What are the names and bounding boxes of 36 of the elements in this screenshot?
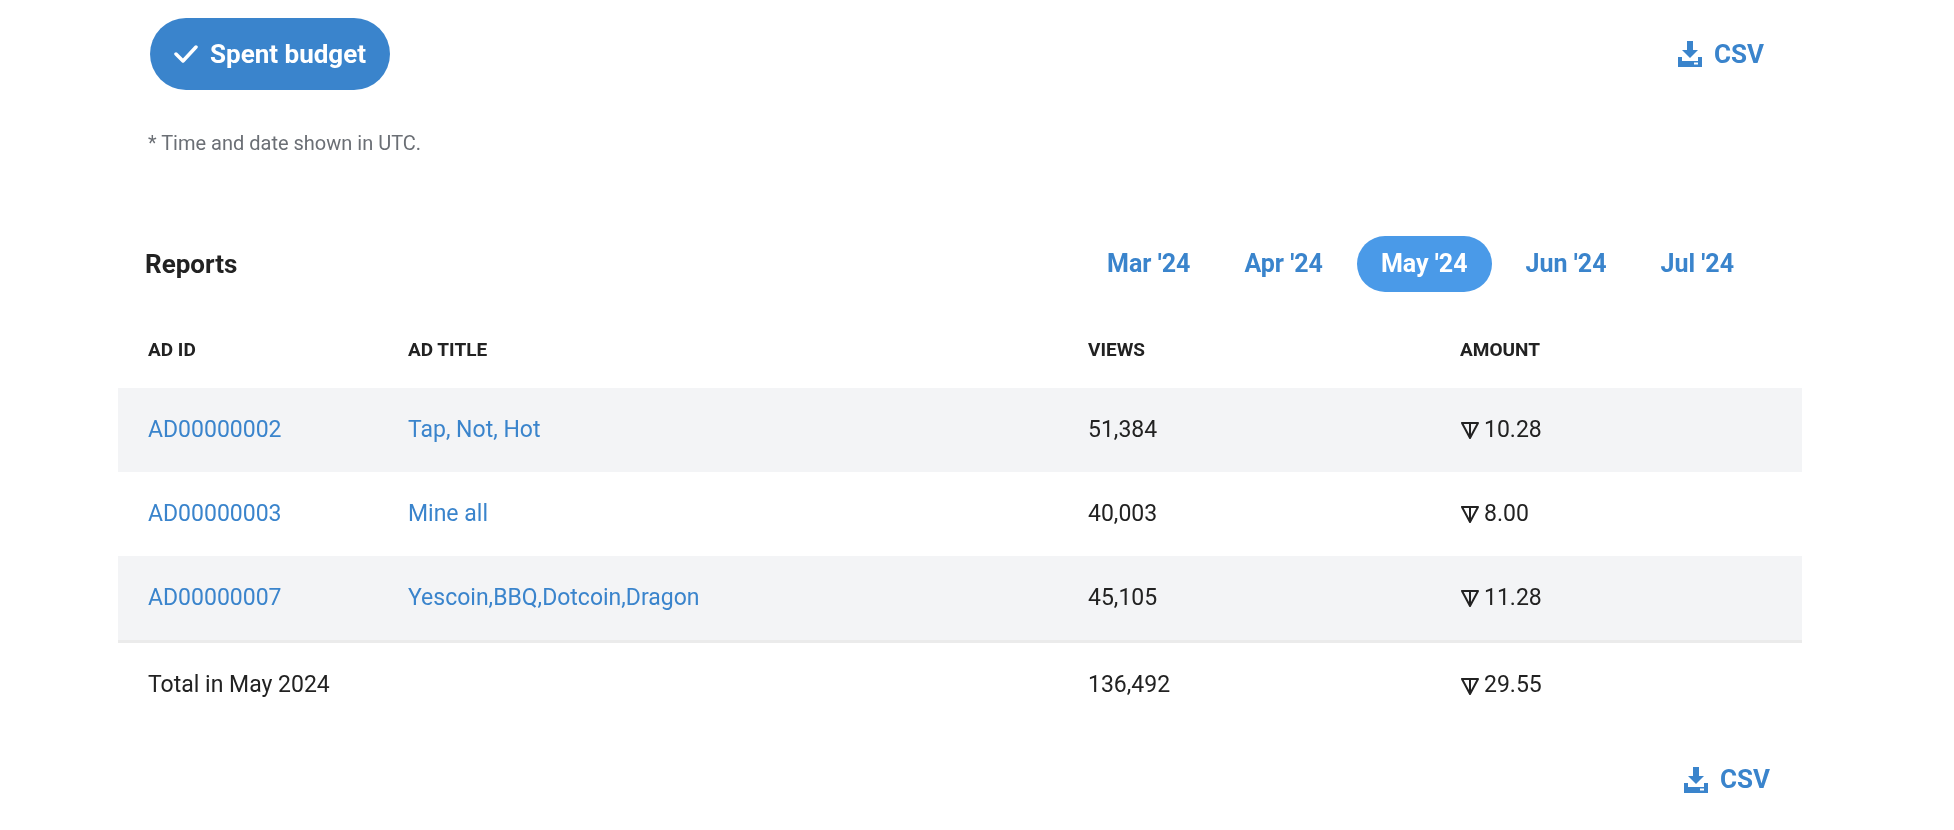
total-label: Total in May 2024 — [148, 670, 330, 701]
ad-id-link[interactable]: AD00000007 — [148, 580, 282, 616]
views-cell-text: 51,384 — [1088, 414, 1158, 445]
amount-cell-text: 11.28 — [1484, 582, 1542, 613]
ad-title-link[interactable]: Tap, Not, Hot — [408, 412, 541, 448]
check-icon — [174, 44, 198, 64]
download-icon — [1684, 766, 1708, 793]
amount-cell-text: 8.00 — [1484, 498, 1529, 529]
currency-icon — [1460, 420, 1480, 440]
column-header: AD ID — [148, 336, 197, 363]
views-cell-text: 40,003 — [1088, 498, 1158, 529]
month-tab[interactable]: Mar '24 — [1087, 236, 1211, 292]
download-icon — [1678, 41, 1702, 67]
month-tab[interactable]: Jun '24 — [1505, 236, 1627, 292]
ad-title-link[interactable]: Mine all — [408, 496, 488, 532]
month-tab[interactable]: May '24 — [1356, 236, 1492, 292]
ad-id-link[interactable]: AD00000003 — [148, 496, 282, 532]
amount-cell-text: 10.28 — [1484, 414, 1542, 445]
column-header: AD TITLE — [408, 336, 489, 363]
csv-download-button[interactable]: CSV — [1684, 760, 1770, 799]
csv-download-button[interactable]: CSV — [1678, 34, 1764, 74]
spent-budget-toggle[interactable]: Spent budget — [150, 18, 391, 90]
total-amount: 29.55 — [1484, 670, 1542, 701]
total-views: 136,492 — [1088, 670, 1171, 701]
column-header: VIEWS — [1088, 336, 1146, 363]
views-cell-text: 45,105 — [1088, 582, 1158, 613]
ad-id-link[interactable]: AD00000002 — [148, 412, 282, 448]
timezone-note: * Time and date shown in UTC. — [147, 130, 423, 157]
currency-icon — [1460, 588, 1480, 608]
month-tab[interactable]: Apr '24 — [1224, 236, 1343, 292]
month-tab[interactable]: Jul '24 — [1640, 236, 1754, 292]
column-header: AMOUNT — [1460, 336, 1541, 363]
currency-icon — [1460, 504, 1480, 524]
reports-heading: Reports — [145, 247, 238, 281]
currency-icon — [1460, 675, 1480, 696]
ad-title-link[interactable]: Yescoin,BBQ,Dotcoin,Dragon — [408, 580, 700, 616]
